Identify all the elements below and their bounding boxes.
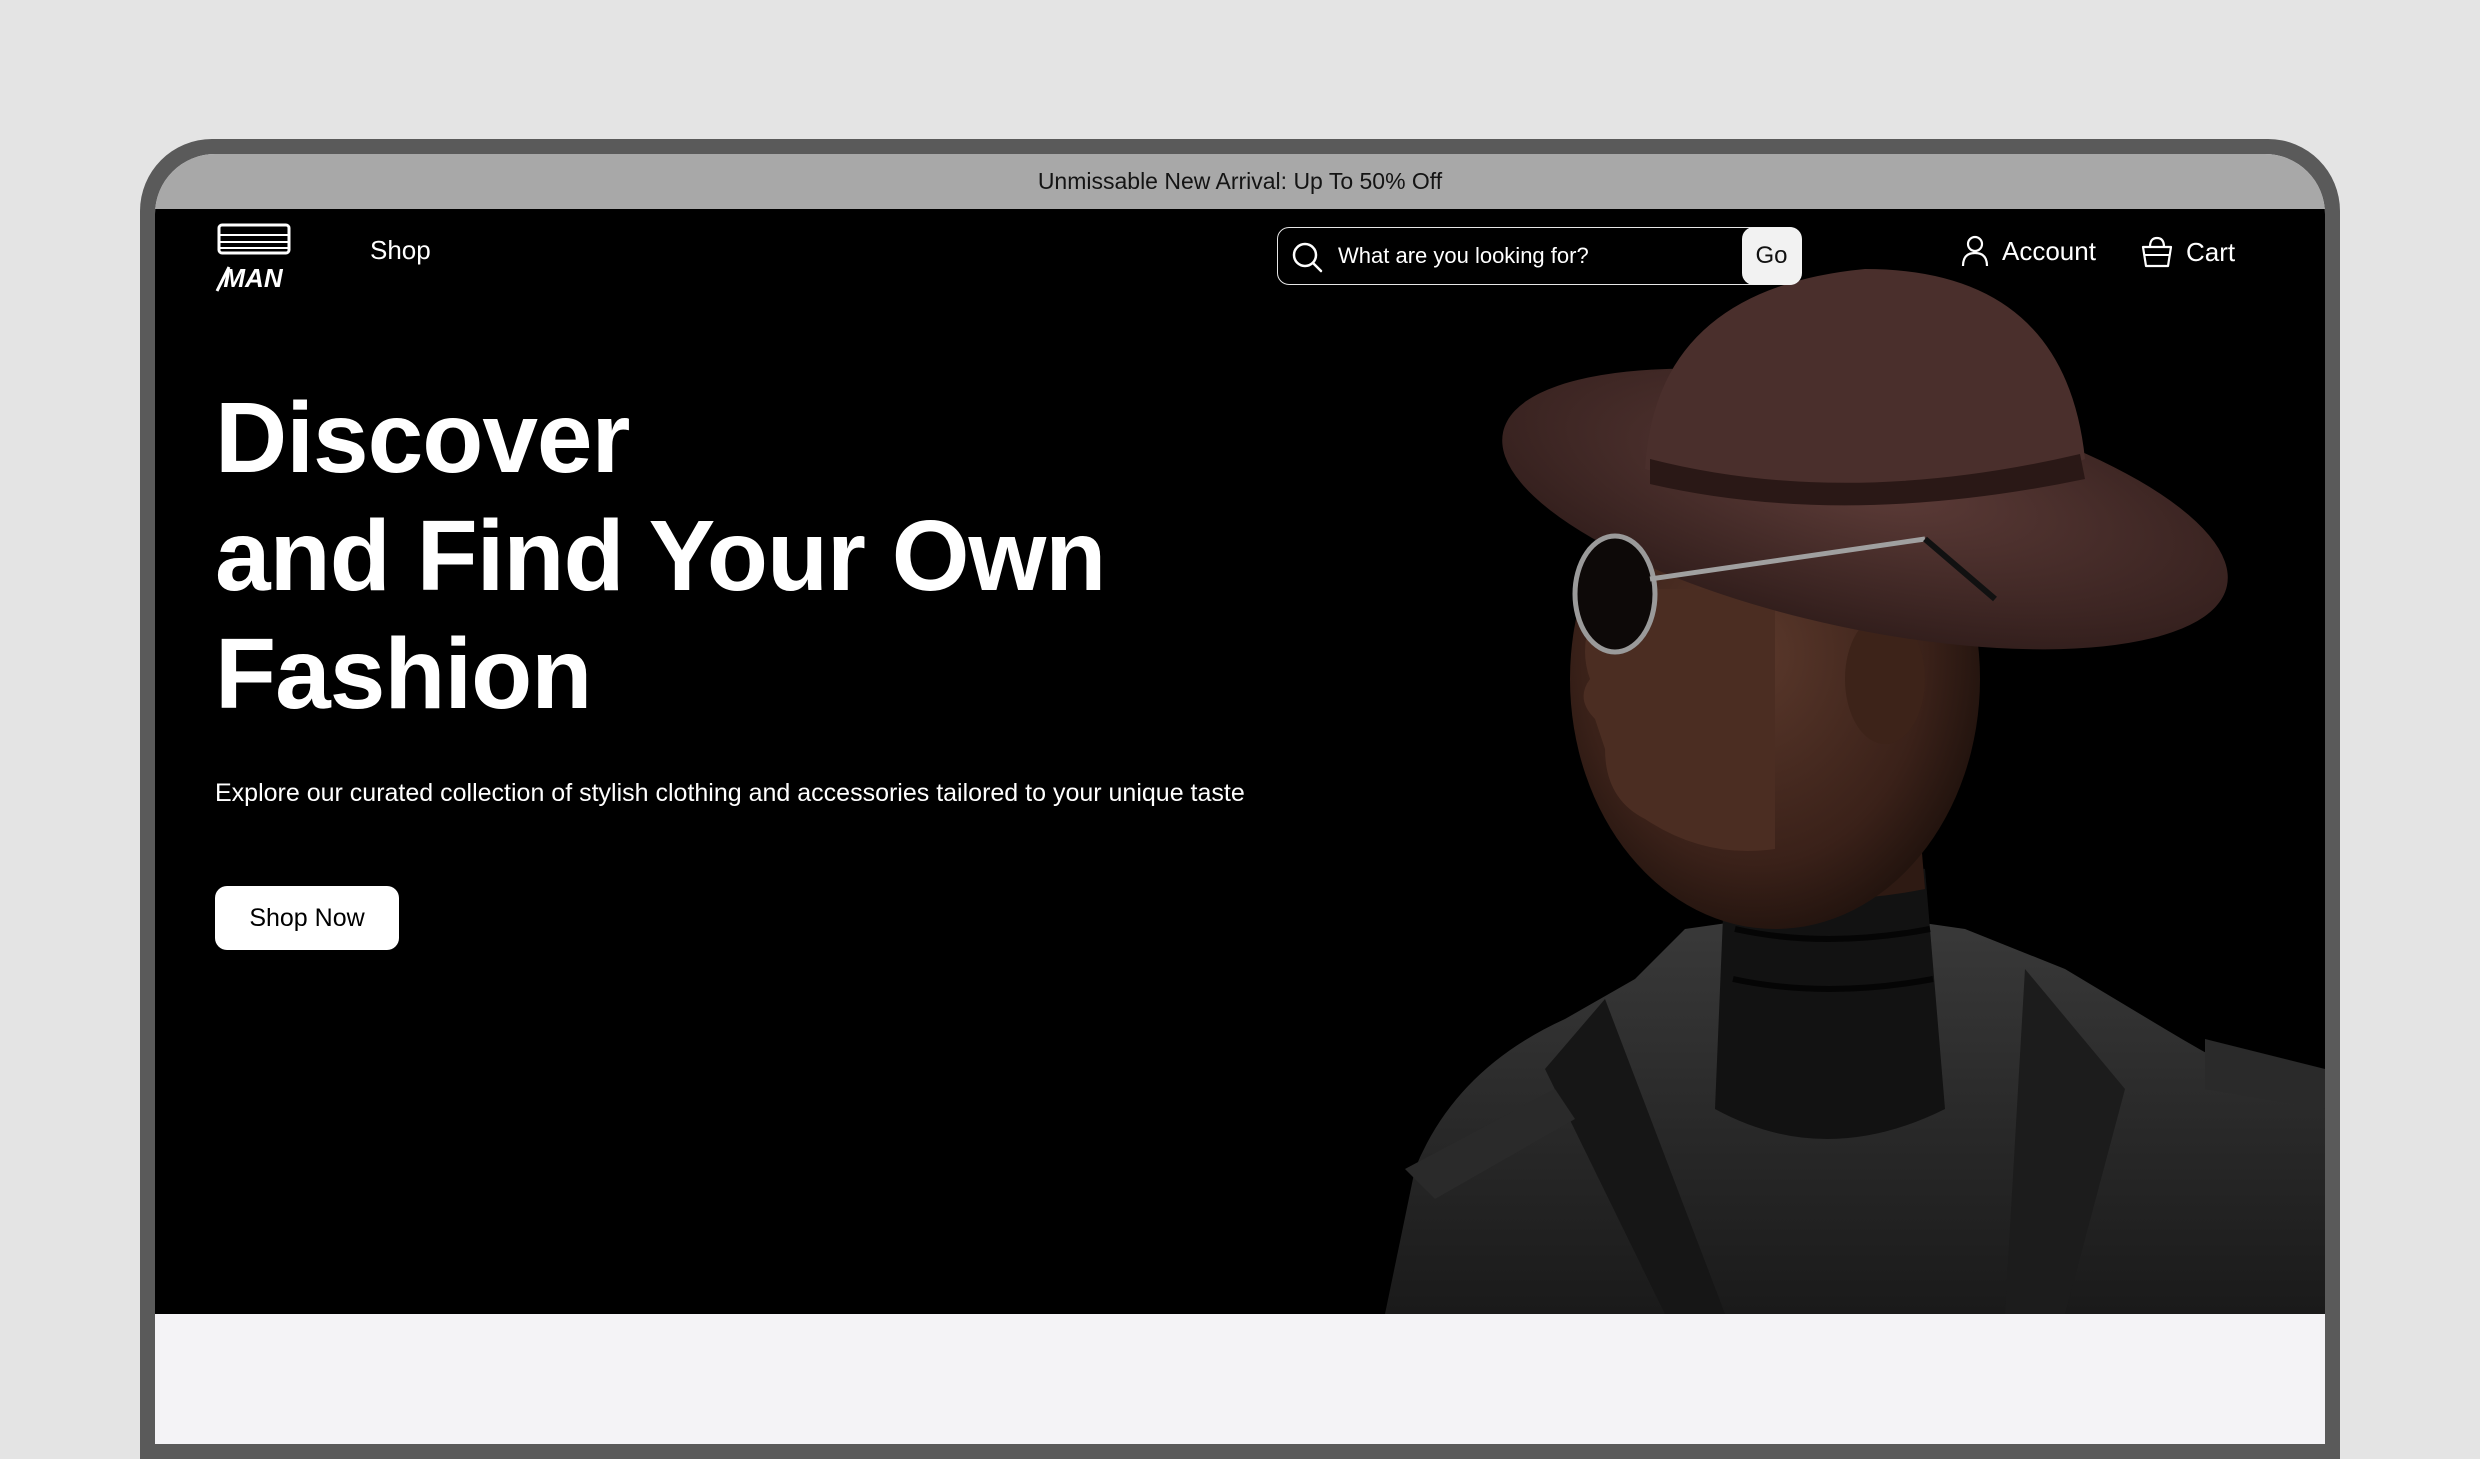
browser-screen: Unmissable New Arrival: Up To 50% Off MA… <box>155 154 2325 1444</box>
search-go-button[interactable]: Go <box>1741 226 1802 285</box>
content-section <box>155 1314 2325 1444</box>
account-link[interactable]: Account <box>1960 235 2096 267</box>
headline-line-3: Fashion <box>215 618 592 730</box>
hero-section: MAN Shop Go Account Cart <box>155 209 2325 1314</box>
cart-label: Cart <box>2186 236 2236 267</box>
promo-text: Unmissable New Arrival: Up To 50% Off <box>1037 168 1443 194</box>
search-bar: Go <box>1277 226 1802 285</box>
logo-text: MAN <box>223 263 283 293</box>
search-icon <box>1292 242 1323 273</box>
shop-now-button[interactable]: Shop Now <box>215 886 399 950</box>
hero-subtitle: Explore our curated collection of stylis… <box>215 779 1245 807</box>
search-input[interactable] <box>1338 238 1728 274</box>
hero-headline: Discover and Find Your Own Fashion <box>215 379 1106 733</box>
hero-model-image <box>1385 269 2325 1314</box>
user-icon <box>1961 235 1989 267</box>
headline-line-2: and Find Your Own <box>215 500 1106 612</box>
man-logo[interactable]: MAN <box>215 223 291 293</box>
promo-banner: Unmissable New Arrival: Up To 50% Off <box>155 154 2325 209</box>
headline-line-1: Discover <box>215 382 630 494</box>
nav-shop-link[interactable]: Shop <box>370 235 431 266</box>
cart-link[interactable]: Cart <box>2140 235 2235 269</box>
account-label: Account <box>2002 235 2096 266</box>
basket-icon <box>2141 236 2173 268</box>
